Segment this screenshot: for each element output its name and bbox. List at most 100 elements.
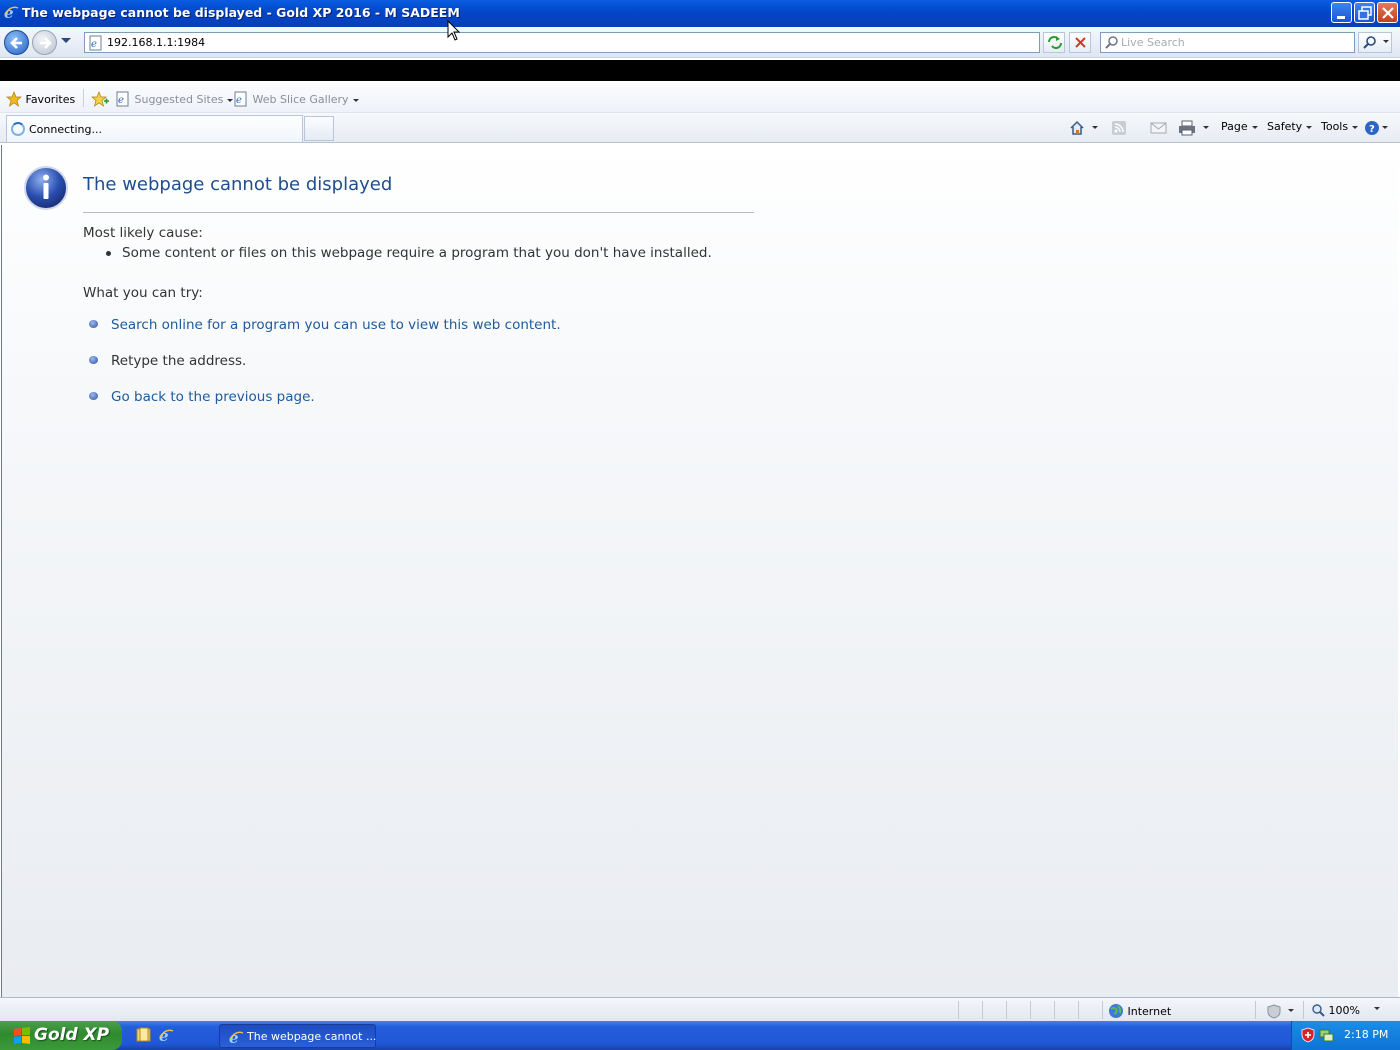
web-slice-gallery-label: Web Slice Gallery [252,93,349,106]
tools-menu-label: Tools [1321,120,1349,133]
mail-icon [1150,122,1167,134]
chevron-down-icon [1352,125,1359,129]
help-button[interactable]: ? [1364,120,1392,136]
page-menu[interactable]: Page [1221,120,1258,133]
rss-icon [1112,121,1126,135]
minimize-icon [1337,16,1345,19]
suggestion-retype-address: Retype the address. [89,353,246,369]
svg-text:?: ? [1369,124,1375,135]
shield-icon[interactable] [1300,1027,1316,1043]
search-button[interactable] [1358,32,1392,53]
try-label: What you can try: [83,285,203,301]
help-icon: ? [1365,121,1388,135]
divider [1030,1001,1031,1019]
zoom-level: 100% [1328,1004,1360,1017]
page-icon: e [89,35,102,51]
page-menu-label: Page [1221,120,1248,133]
cause-text: Some content or files on this webpage re… [122,245,712,261]
bullet [89,392,98,400]
zone-label: Internet [1127,1005,1172,1018]
ie-icon: e [4,4,19,20]
suggestion-search-online[interactable]: Search online for a program you can use … [89,317,561,333]
suggested-sites-link[interactable]: e Suggested Sites [115,91,234,107]
print-icon [1179,120,1209,136]
web-slice-gallery-link[interactable]: e Web Slice Gallery [233,91,359,107]
mail-button[interactable] [1150,120,1168,136]
safety-menu[interactable]: Safety [1267,120,1313,133]
safety-menu-label: Safety [1267,120,1303,133]
folder-icon[interactable] [136,1027,152,1043]
cause-label: Most likely cause: [83,225,203,241]
add-favorite-button[interactable] [91,91,109,107]
start-button[interactable]: Gold XP [0,1021,122,1050]
divider [1078,1001,1079,1019]
search-icon [1105,36,1118,49]
network-icon[interactable] [1318,1027,1334,1043]
globe-icon [1109,1004,1123,1018]
favorites-bar: Favorites e Suggested Sites e Web Slice … [0,83,1400,113]
back-arrow-icon [10,37,22,49]
feeds-button[interactable] [1111,120,1127,136]
search-online-link[interactable]: Search online for a program you can use … [111,317,561,333]
search-input[interactable] [1121,35,1351,50]
chevron-down-icon [1251,125,1258,129]
cause-item: Some content or files on this webpage re… [106,245,712,261]
forward-button[interactable] [32,30,57,55]
info-icon [24,166,68,210]
window-title-bar[interactable]: e The webpage cannot be displayed - Gold… [0,0,1400,27]
security-zone[interactable]: Internet [1108,1003,1171,1019]
address-bar[interactable]: e [84,32,1040,53]
svg-text:e: e [91,39,97,50]
protected-mode-button[interactable] [1266,1003,1298,1019]
bullet [106,250,111,256]
ie-icon[interactable]: e [158,1027,174,1043]
add-favorite-icon [91,91,109,107]
mouse-cursor-icon [447,20,461,41]
refresh-button[interactable] [1043,32,1065,53]
suggestion-go-back[interactable]: Go back to the previous page. [89,389,315,405]
system-tray: 2:18 PM [1291,1021,1400,1050]
tab-label: Connecting... [29,123,102,136]
taskbar: Gold XP e e The webpage cannot ... 2:18 … [0,1021,1400,1050]
back-button[interactable] [4,30,29,55]
windows-logo-icon [14,1027,30,1044]
tab-row: Connecting... Page Safety Tools ? [0,113,1400,143]
home-icon [1070,120,1098,135]
favorites-label: Favorites [25,93,76,106]
close-window-button[interactable] [1377,2,1398,23]
divider [1102,1001,1103,1019]
tools-menu[interactable]: Tools [1321,120,1359,133]
page-title: The webpage cannot be displayed [83,174,393,195]
start-label: Gold XP [34,1025,110,1045]
star-icon [6,91,22,107]
zoom-icon [1312,1004,1325,1017]
favorites-button[interactable]: Favorites [6,91,75,107]
minimize-button[interactable] [1331,2,1352,23]
bullet [89,320,98,328]
zoom-control[interactable]: 100% [1311,1003,1381,1017]
go-back-link[interactable]: Go back to the previous page. [111,389,315,405]
chevron-down-icon [1306,125,1313,129]
recent-pages-dropdown[interactable] [60,37,72,45]
tab-connecting[interactable]: Connecting... [6,115,303,142]
retype-address-text: Retype the address. [111,353,247,369]
home-button[interactable] [1069,120,1099,136]
shield-icon [1267,1004,1294,1019]
restore-button[interactable] [1354,2,1375,23]
loading-spinner-icon [11,122,25,136]
print-button[interactable] [1178,120,1214,136]
page-icon: e [234,91,247,107]
chevron-down-icon [352,98,359,102]
stop-button[interactable] [1069,32,1091,53]
page-content: The webpage cannot be displayed Most lik… [1,145,1398,997]
restore-icon [1358,6,1372,20]
divider [1255,1001,1256,1019]
divider [1303,1001,1304,1019]
bullet [89,356,98,364]
svg-text:e: e [4,4,14,20]
divider [958,1001,959,1019]
new-tab-button[interactable] [304,116,334,141]
search-box[interactable] [1100,32,1355,53]
taskbar-item-browser[interactable]: e The webpage cannot ... [219,1024,376,1048]
address-input[interactable] [107,35,1007,50]
